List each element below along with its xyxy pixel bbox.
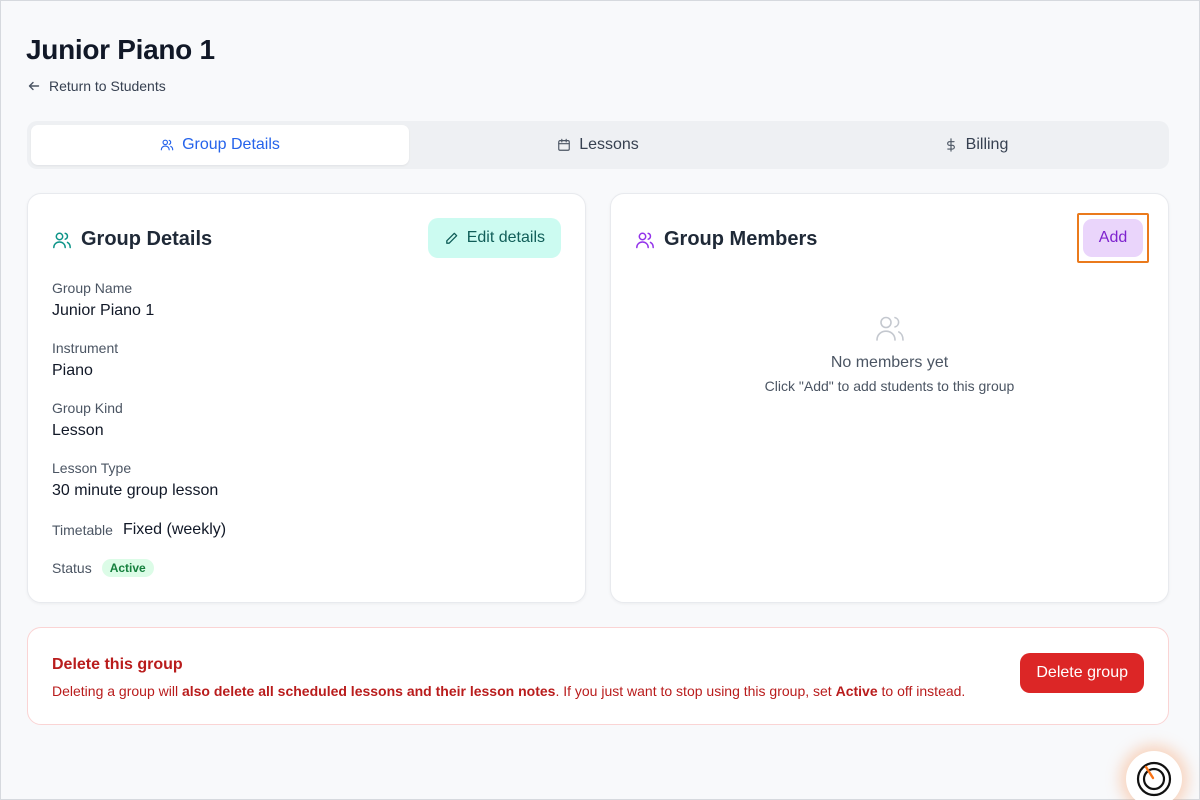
edit-details-button[interactable]: Edit details	[427, 218, 561, 258]
tab-group-details-label: Group Details	[182, 136, 280, 153]
lesson-type-label: Lesson Type	[52, 460, 132, 476]
edit-details-label: Edit details	[466, 229, 545, 246]
users-icon	[636, 232, 654, 248]
group-members-card: Group Members Add No members yet Click "…	[610, 193, 1169, 603]
assistant-logo-icon	[1136, 761, 1172, 797]
group-details-header: Group Details	[52, 228, 212, 251]
empty-members-subtitle: Click "Add" to add students to this grou…	[764, 378, 1015, 394]
delete-warning-text-3: to off instead.	[877, 683, 966, 699]
group-kind-label: Group Kind	[52, 400, 123, 416]
users-icon	[160, 139, 174, 151]
arrow-left-icon	[28, 81, 40, 91]
add-member-button[interactable]: Add	[1083, 219, 1143, 257]
group-name-label: Group Name	[52, 280, 133, 296]
timetable-value: Fixed (weekly)	[122, 521, 227, 538]
group-name-value: Junior Piano 1	[52, 302, 155, 319]
tab-billing-label: Billing	[965, 136, 1009, 153]
assistant-button[interactable]	[1126, 751, 1182, 800]
users-icon	[875, 316, 904, 341]
delete-warning-text-1: Deleting a group will	[52, 683, 182, 699]
lesson-type-value: 30 minute group lesson	[52, 482, 219, 499]
tab-bar: Group Details Lessons Billing	[27, 121, 1169, 169]
instrument-label: Instrument	[52, 340, 119, 356]
empty-members-title: No members yet	[830, 354, 949, 371]
return-to-students-link[interactable]: Return to Students	[28, 78, 166, 94]
tab-lessons[interactable]: Lessons	[409, 125, 787, 165]
group-kind-value: Lesson	[52, 422, 104, 439]
delete-group-card: Delete this group Deleting a group will …	[27, 627, 1169, 725]
delete-group-description: Deleting a group will also delete all sc…	[52, 683, 965, 699]
delete-warning-emphasis: also delete all scheduled lessons and th…	[181, 683, 556, 699]
group-members-header: Group Members	[635, 228, 817, 251]
calendar-icon	[558, 138, 571, 151]
tab-lessons-label: Lessons	[579, 136, 639, 153]
delete-group-title: Delete this group	[52, 656, 183, 673]
status-label: Status	[52, 560, 92, 576]
group-members-title: Group Members	[664, 228, 818, 250]
delete-warning-text-2: . If you just want to stop using this gr…	[555, 683, 836, 699]
timetable-label: Timetable	[52, 522, 113, 538]
tab-billing[interactable]: Billing	[787, 125, 1165, 165]
dollar-icon	[946, 138, 955, 152]
page-title: Junior Piano 1	[26, 34, 215, 65]
group-details-card: Group Details Edit details Group Name Ju…	[27, 193, 586, 603]
timetable-row: Timetable Fixed (weekly)	[52, 521, 226, 539]
instrument-value: Piano	[52, 362, 93, 379]
users-icon	[53, 232, 71, 248]
status-row: Status Active	[52, 559, 154, 577]
status-badge: Active	[101, 559, 154, 577]
empty-members-state: No members yet Click "Add" to add studen…	[611, 312, 1168, 394]
group-details-title: Group Details	[81, 228, 213, 250]
delete-warning-active: Active	[835, 683, 878, 699]
pencil-icon	[445, 232, 458, 244]
tab-group-details[interactable]: Group Details	[31, 125, 409, 165]
delete-group-button[interactable]: Delete group	[1020, 653, 1144, 693]
return-to-students-label: Return to Students	[49, 78, 166, 94]
